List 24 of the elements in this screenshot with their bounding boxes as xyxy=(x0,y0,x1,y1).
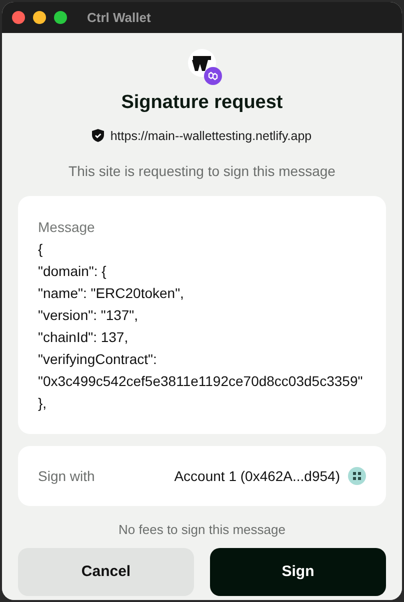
account-name: Account 1 (0x462A...d954) xyxy=(174,466,340,486)
sign-button[interactable]: Sign xyxy=(210,548,386,596)
page-title: Signature request xyxy=(121,91,283,115)
message-line: "version": "137", xyxy=(38,306,140,326)
message-label: Message xyxy=(38,218,96,238)
message-line: "verifyingContract": xyxy=(38,350,158,370)
site-url: https://main--wallettesting.netlify.app xyxy=(110,128,312,145)
minimize-button[interactable] xyxy=(33,11,46,24)
close-button[interactable] xyxy=(12,11,25,24)
message-line: { xyxy=(38,240,44,260)
message-line: }, xyxy=(38,394,48,414)
message-line: "chainId": 137, xyxy=(38,328,130,348)
sign-with-label: Sign with xyxy=(38,466,95,486)
fee-note: No fees to sign this message xyxy=(118,521,286,540)
cancel-button[interactable]: Cancel xyxy=(18,548,194,596)
chain-badge-icon xyxy=(204,67,222,85)
request-description: This site is requesting to sign this message xyxy=(68,162,336,182)
shield-check-icon xyxy=(92,129,104,142)
zoom-button[interactable] xyxy=(54,11,67,24)
window-title: Ctrl Wallet xyxy=(87,8,151,27)
message-line: "domain": { xyxy=(38,262,108,282)
account-avatar-icon xyxy=(348,467,366,486)
message-line: "0x3c499c542cef5e3811e1192ce70d8cc03d5c3359" xyxy=(38,372,364,392)
message-line: "name": "ERC20token", xyxy=(38,284,185,304)
